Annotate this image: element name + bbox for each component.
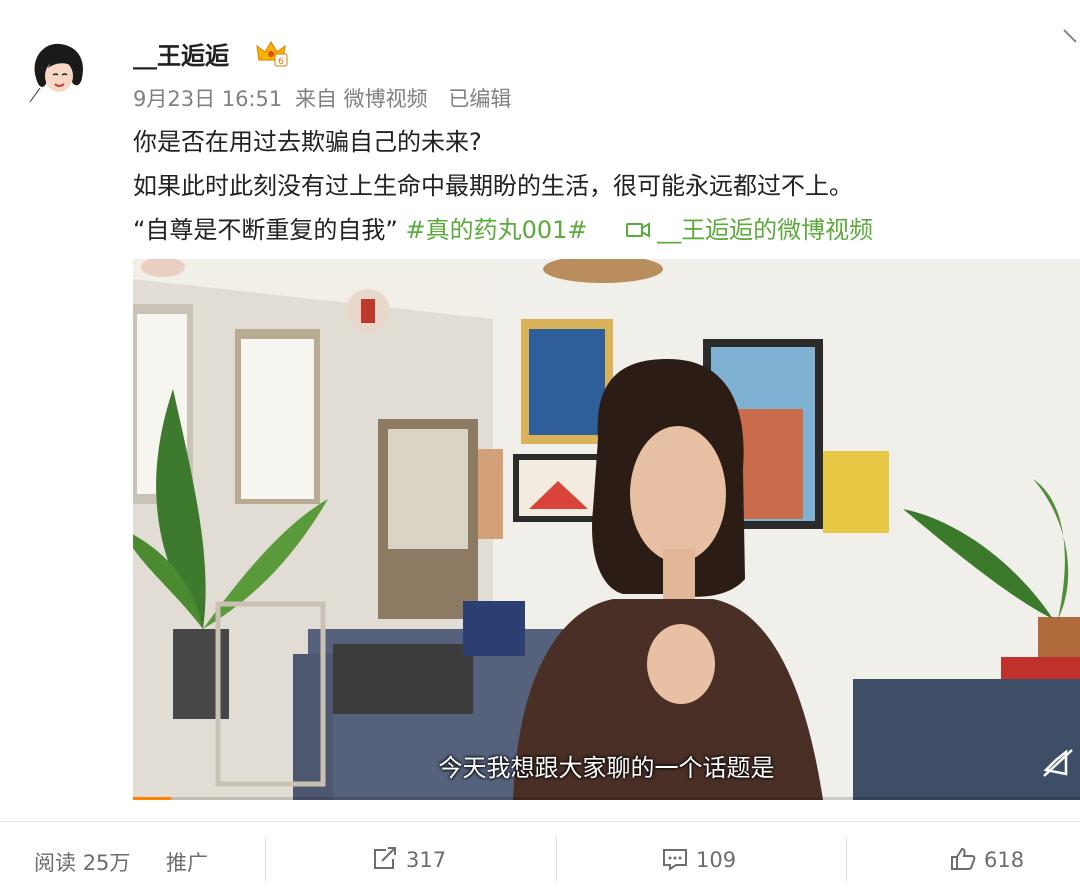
read-count: 阅读 25万: [34, 847, 130, 877]
volume-muted-icon[interactable]: [1042, 748, 1074, 778]
repost-icon: [372, 847, 398, 871]
chevron-down-icon[interactable]: [1062, 26, 1080, 46]
video-link-icon[interactable]: [625, 211, 651, 238]
promote-button[interactable]: 推广: [166, 847, 208, 877]
post-source[interactable]: 来自 微博视频: [295, 87, 428, 111]
post-actions-bar: 阅读 25万 推广 317 109 618: [0, 822, 1080, 896]
thumbs-up-icon: [950, 847, 976, 871]
post-content: 你是否在用过去欺骗自己的未来? 如果此时此刻没有过上生命中最期盼的生活，很可能永…: [133, 120, 1073, 252]
footer-separator: [846, 837, 847, 881]
footer-separator: [556, 837, 557, 881]
read-label: 阅读: [34, 851, 76, 875]
post-line-3: “自尊是不断重复的自我” #真的药丸001# __王逅逅的微博视频: [133, 208, 1073, 252]
comment-button[interactable]: 109: [662, 847, 736, 872]
post-date[interactable]: 9月23日 16:51: [133, 87, 282, 111]
video-player[interactable]: 今天我想跟大家聊的一个话题是: [133, 259, 1080, 800]
comment-count: 109: [696, 848, 737, 872]
comment-icon: [662, 847, 688, 871]
hashtag-link[interactable]: #真的药丸001#: [406, 216, 588, 244]
quote-text: “自尊是不断重复的自我”: [133, 216, 398, 244]
vip-crown-icon[interactable]: 6: [255, 38, 289, 68]
video-frame: [133, 259, 1080, 800]
footer-separator: [265, 837, 266, 881]
post-line-2: 如果此时此刻没有过上生命中最期盼的生活，很可能永远都过不上。: [133, 172, 853, 200]
post-meta: 9月23日 16:51 来自 微博视频 已编辑: [133, 83, 517, 113]
read-value: 25万: [82, 851, 131, 875]
repost-button[interactable]: 317: [372, 847, 446, 872]
repost-count: 317: [406, 848, 447, 872]
username[interactable]: __王逅逅: [133, 36, 229, 71]
like-count: 618: [984, 848, 1025, 872]
svg-text:6: 6: [278, 57, 284, 67]
video-subtitle: 今天我想跟大家聊的一个话题是: [438, 754, 775, 782]
post-line-1: 你是否在用过去欺骗自己的未来?: [133, 128, 482, 156]
video-progress-bar[interactable]: [133, 797, 1080, 800]
like-button[interactable]: 618: [950, 847, 1024, 872]
video-progress-fill: [133, 797, 171, 800]
edited-label[interactable]: 已编辑: [448, 87, 511, 111]
video-link[interactable]: __王逅逅的微博视频: [657, 216, 873, 244]
avatar[interactable]: [26, 38, 92, 104]
